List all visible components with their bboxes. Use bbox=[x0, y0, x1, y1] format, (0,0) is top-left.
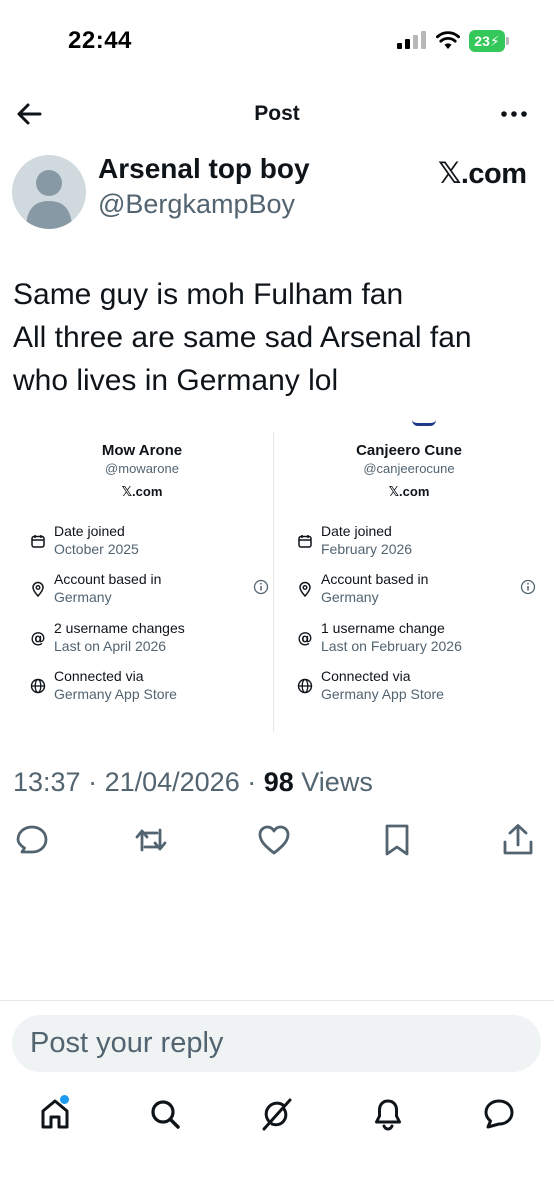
default-avatar-icon bbox=[26, 170, 72, 229]
date-joined-row: Date joined February 2026 bbox=[293, 523, 533, 563]
tab-search[interactable] bbox=[148, 1097, 188, 1137]
image-divider bbox=[273, 432, 274, 732]
page-title: Post bbox=[254, 102, 300, 125]
date-joined-row: Date joined October 2025 bbox=[26, 523, 266, 563]
tweet-line: Same guy is moh Fulham fan bbox=[13, 278, 404, 311]
tab-messages[interactable] bbox=[482, 1097, 522, 1137]
reply-input[interactable] bbox=[30, 1015, 520, 1072]
views-count[interactable]: 98 bbox=[264, 767, 294, 797]
battery-level: 23 ⚡︎ bbox=[469, 30, 505, 52]
tab-home[interactable] bbox=[38, 1095, 78, 1137]
wifi-icon bbox=[436, 31, 460, 49]
author-handle[interactable]: @BergkampBoy bbox=[98, 189, 295, 220]
at-sign-icon: @ bbox=[298, 630, 313, 646]
avatar[interactable] bbox=[12, 155, 86, 229]
svg-text:@: @ bbox=[298, 630, 313, 646]
globe-icon bbox=[297, 678, 313, 694]
post-meta: 13:37 · 21/04/2026 · 98 Views bbox=[13, 767, 373, 797]
info-icon bbox=[253, 579, 269, 595]
location-pin-icon bbox=[32, 581, 44, 597]
search-icon bbox=[151, 1100, 180, 1129]
charging-bolt-icon: ⚡︎ bbox=[489, 32, 500, 49]
account-card: Canjeero Cune @canjeerocune 𝕏.com Date j… bbox=[281, 420, 536, 740]
account-card: Mow Arone @mowarone 𝕏.com Date joined Oc… bbox=[14, 420, 269, 740]
tweet-line: All three are same sad Arsenal fan bbox=[13, 321, 472, 354]
views-label: Views bbox=[301, 767, 373, 797]
bookmark-icon bbox=[385, 824, 409, 856]
account-based-row: Account based in Germany bbox=[293, 571, 536, 611]
like-button[interactable] bbox=[256, 822, 296, 862]
messages-icon bbox=[484, 1099, 514, 1129]
at-sign-icon: @ bbox=[31, 630, 46, 646]
share-icon bbox=[503, 824, 533, 855]
like-icon bbox=[258, 825, 290, 855]
calendar-icon bbox=[298, 535, 312, 548]
info-icon bbox=[520, 579, 536, 595]
author-name[interactable]: Arsenal top boy bbox=[98, 153, 310, 185]
globe-icon bbox=[30, 678, 46, 694]
battery-tip bbox=[506, 37, 509, 45]
svg-text:@: @ bbox=[31, 630, 46, 646]
card-x-logo: 𝕏.com bbox=[388, 484, 430, 499]
username-changes-row: @ 2 username changes Last on April 2026 bbox=[30, 620, 185, 654]
reply-button[interactable] bbox=[14, 822, 54, 862]
repost-button[interactable] bbox=[133, 822, 173, 862]
status-time: 22:44 bbox=[68, 27, 132, 54]
account-based-row: Account based in Germany bbox=[26, 571, 269, 611]
share-button[interactable] bbox=[500, 822, 540, 862]
tab-grok[interactable] bbox=[260, 1097, 300, 1137]
card-name: Mow Arone bbox=[101, 442, 183, 459]
more-options-button[interactable] bbox=[496, 98, 532, 130]
card-handle: @canjeerocune bbox=[363, 461, 455, 476]
card-handle: @mowarone bbox=[105, 461, 179, 476]
divider bbox=[0, 1000, 554, 1001]
reply-composer[interactable] bbox=[12, 1015, 541, 1072]
location-pin-icon bbox=[299, 581, 311, 597]
retweet-icon bbox=[135, 828, 167, 852]
battery-icon: 23 ⚡︎ bbox=[469, 30, 509, 52]
reply-icon bbox=[16, 825, 48, 854]
post-header: Post bbox=[0, 90, 554, 138]
post-date: 21/04/2026 bbox=[104, 767, 240, 797]
more-horizontal-icon bbox=[501, 111, 527, 117]
connected-via-row: Connected via Germany App Store bbox=[293, 668, 533, 708]
username-changes-row: @ 1 username change Last on February 202… bbox=[297, 620, 462, 654]
tweet-image[interactable]: Mow Arone @mowarone 𝕏.com Date joined Oc… bbox=[14, 420, 540, 740]
card-x-logo: 𝕏.com bbox=[121, 484, 163, 499]
tweet-line: who lives in Germany lol bbox=[13, 364, 339, 397]
connected-via-row: Connected via Germany App Store bbox=[26, 668, 266, 708]
notifications-icon bbox=[375, 1099, 401, 1131]
home-notification-dot bbox=[60, 1095, 69, 1104]
calendar-icon bbox=[31, 535, 45, 548]
cellular-signal-icon bbox=[397, 31, 426, 49]
post-time: 13:37 bbox=[13, 767, 81, 797]
status-bar: 22:44 23 ⚡︎ bbox=[0, 0, 554, 80]
x-com-logo: 𝕏.com bbox=[438, 158, 527, 190]
tweet-text: Same guy is moh Fulham fan All three are… bbox=[13, 273, 543, 402]
tab-notifications[interactable] bbox=[371, 1097, 411, 1137]
card-name: Canjeero Cune bbox=[356, 442, 462, 459]
grok-icon bbox=[262, 1098, 292, 1131]
bookmark-button[interactable] bbox=[379, 822, 419, 862]
